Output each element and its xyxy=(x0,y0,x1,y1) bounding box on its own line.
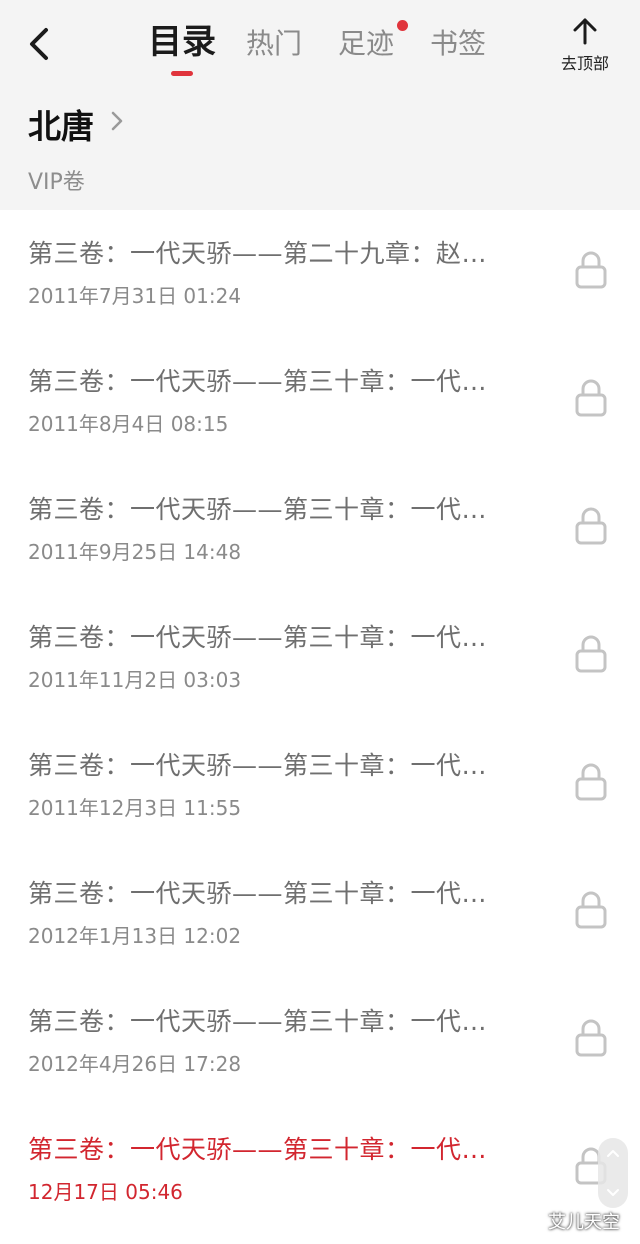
chapter-title: 第三卷：一代天骄——第三十章：一代… xyxy=(28,623,488,652)
chapter-date: 2011年9月25日 14:48 xyxy=(28,540,242,564)
lock-icon xyxy=(575,379,607,417)
chevron-right-icon[interactable] xyxy=(110,110,124,132)
chapter-title: 第三卷：一代天骄——第三十章：一代… xyxy=(28,1135,488,1164)
watermark: 艾儿天空 xyxy=(548,1212,620,1233)
tab-catalog[interactable]: 目录 xyxy=(148,20,216,66)
chapter-item[interactable]: 第三卷：一代天骄——第三十章：一代… 2011年11月2日 03:03 xyxy=(0,594,640,722)
chapter-title: 第三卷：一代天骄——第三十章：一代… xyxy=(28,751,488,780)
chapter-list: 第三卷：一代天骄——第二十九章：赵… 2011年7月31日 01:24 第三卷：… xyxy=(0,210,640,1234)
chapter-date: 2011年7月31日 01:24 xyxy=(28,284,242,308)
chapter-title: 第三卷：一代天骄——第三十章：一代… xyxy=(28,879,488,908)
lock-icon xyxy=(575,1019,607,1057)
tab-popular[interactable]: 热门 xyxy=(246,22,302,68)
scroll-to-top-button[interactable]: 去顶部 xyxy=(555,16,615,76)
lock-icon xyxy=(575,763,607,801)
navigation-bar: 目录 热门 足迹 书签 去顶部 xyxy=(0,0,640,90)
notification-dot xyxy=(397,20,408,31)
chapter-date: 2012年4月26日 17:28 xyxy=(28,1052,242,1076)
tab-history[interactable]: 足迹 xyxy=(338,22,394,68)
arrow-up-icon xyxy=(573,18,597,45)
chapter-title: 第三卷：一代天骄——第二十九章：赵… xyxy=(28,239,488,268)
book-title[interactable]: 北唐 xyxy=(28,100,94,148)
chapter-item[interactable]: 第三卷：一代天骄——第三十章：一代… 2012年4月26日 17:28 xyxy=(0,978,640,1106)
chapter-item[interactable]: 第三卷：一代天骄——第三十章：一代… 2011年8月4日 08:15 xyxy=(0,338,640,466)
chapter-item-current[interactable]: 第三卷：一代天骄——第三十章：一代… 12月17日 05:46 xyxy=(0,1106,640,1234)
chapter-item[interactable]: 第三卷：一代天骄——第三十章：一代… 2012年1月13日 12:02 xyxy=(0,850,640,978)
header-area: 目录 热门 足迹 书签 去顶部 北唐 VIP卷 xyxy=(0,0,640,210)
chapter-title: 第三卷：一代天骄——第三十章：一代… xyxy=(28,1007,488,1036)
fast-scroll-handle[interactable] xyxy=(598,1138,628,1208)
chapter-date: 2011年12月3日 11:55 xyxy=(28,796,242,820)
chapter-item[interactable]: 第三卷：一代天骄——第三十章：一代… 2011年12月3日 11:55 xyxy=(0,722,640,850)
chapter-item[interactable]: 第三卷：一代天骄——第二十九章：赵… 2011年7月31日 01:24 xyxy=(0,210,640,338)
chapter-title: 第三卷：一代天骄——第三十章：一代… xyxy=(28,495,488,524)
chapter-item[interactable]: 第三卷：一代天骄——第三十章：一代… 2011年9月25日 14:48 xyxy=(0,466,640,594)
lock-icon xyxy=(575,891,607,929)
chapter-date: 2011年11月2日 03:03 xyxy=(28,668,242,692)
tab-bookmarks[interactable]: 书签 xyxy=(430,22,486,68)
lock-icon xyxy=(575,251,607,289)
chapter-date: 2011年8月4日 08:15 xyxy=(28,412,229,436)
chapter-date: 12月17日 05:46 xyxy=(28,1180,183,1204)
active-tab-indicator xyxy=(171,71,193,76)
chapter-title: 第三卷：一代天骄——第三十章：一代… xyxy=(28,367,488,396)
chapter-date: 2012年1月13日 12:02 xyxy=(28,924,242,948)
scroll-arrows-icon xyxy=(607,1150,619,1196)
volume-label: VIP卷 xyxy=(28,170,85,195)
lock-icon xyxy=(575,507,607,545)
lock-icon xyxy=(575,635,607,673)
tab-bar: 目录 热门 足迹 书签 xyxy=(0,0,640,90)
scroll-to-top-label: 去顶部 xyxy=(560,54,609,73)
